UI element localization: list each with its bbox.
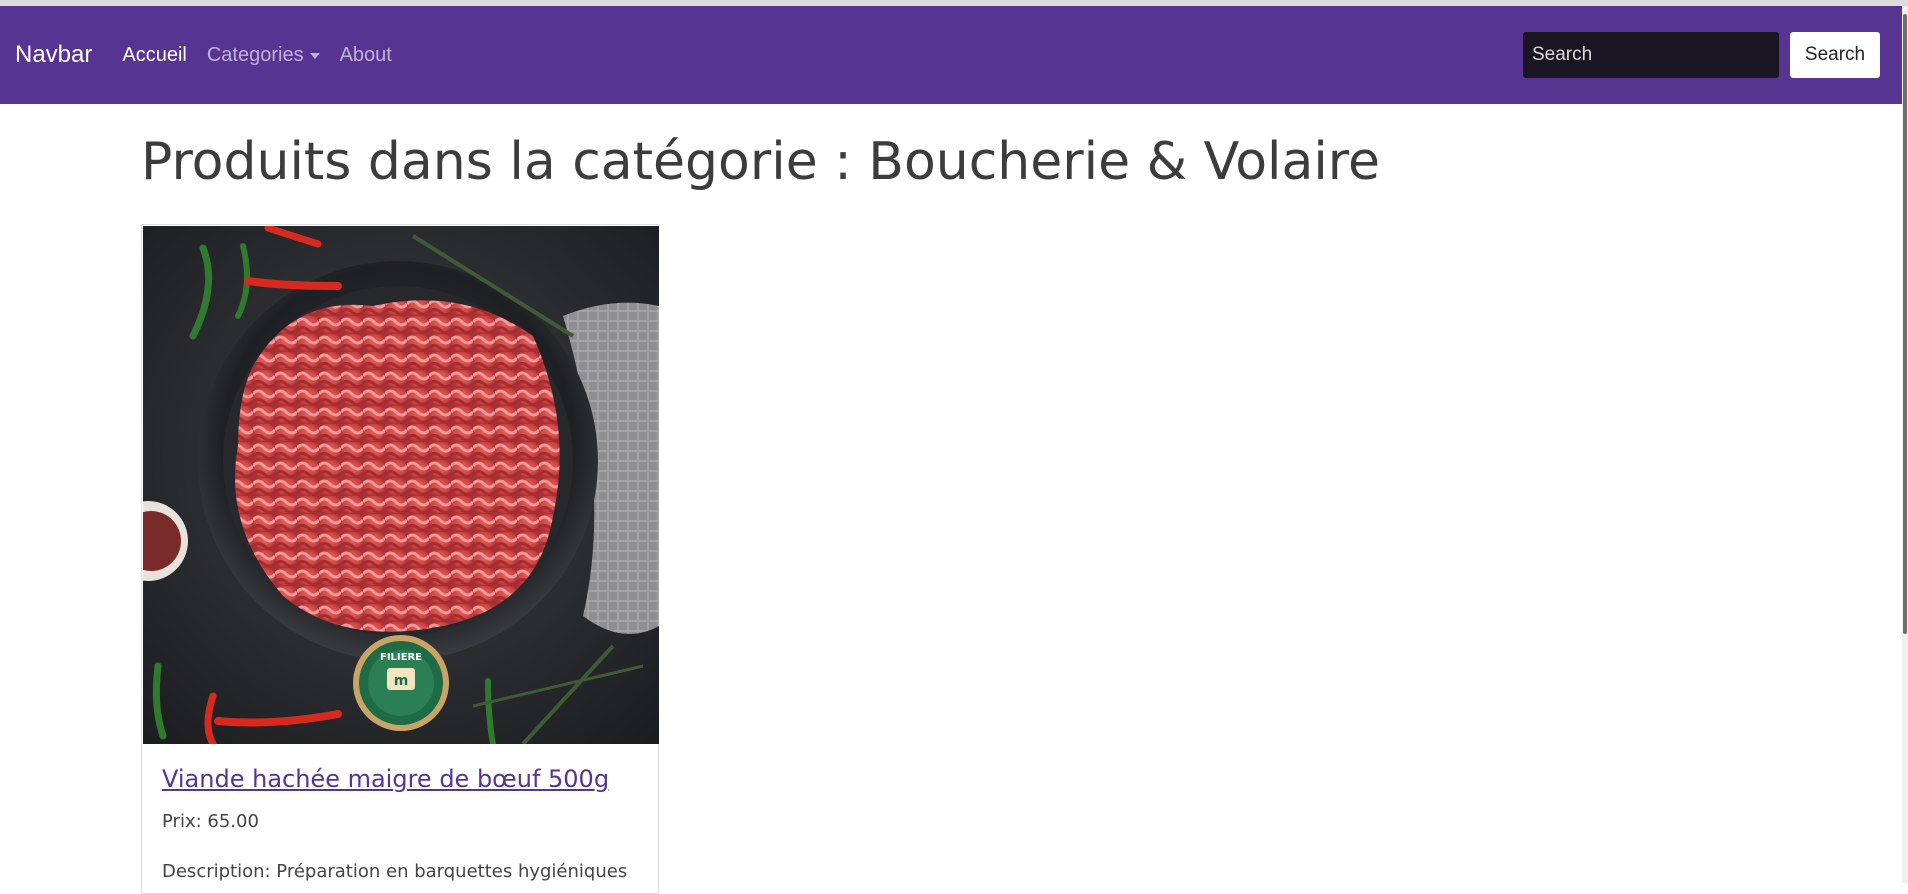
search-button[interactable]: Search xyxy=(1790,32,1880,78)
caret-down-icon xyxy=(309,53,320,59)
product-card: m FILIERE Viande hachée maigre de bœuf 5… xyxy=(141,224,659,894)
product-image[interactable]: m FILIERE xyxy=(143,226,659,744)
nav-link-about[interactable]: About xyxy=(340,44,392,67)
nav-link-categories-label: Categories xyxy=(206,43,304,66)
nav-link-accueil[interactable]: Accueil xyxy=(122,44,186,67)
product-description: Description: Préparation en barquettes h… xyxy=(162,861,628,882)
page-title: Produits dans la catégorie : Boucherie &… xyxy=(141,132,1381,192)
navbar-brand[interactable]: Navbar xyxy=(15,41,92,69)
badge-top-text: FILIERE xyxy=(380,652,422,663)
product-title-link[interactable]: Viande hachée maigre de bœuf 500g xyxy=(162,765,609,793)
nav-dropdown-categories[interactable]: Categories xyxy=(207,44,320,67)
navbar: Navbar Accueil Categories About Search xyxy=(0,6,1902,104)
scrollbar-thumb[interactable] xyxy=(1903,14,1907,634)
nav-link-accueil-label: Accueil xyxy=(122,43,187,66)
product-price: Prix: 65.00 xyxy=(162,811,259,832)
nav-link-about-label: About xyxy=(339,43,392,66)
ground-meat-illustration: m FILIERE xyxy=(143,226,659,744)
search-input[interactable] xyxy=(1523,32,1779,78)
svg-text:m: m xyxy=(394,673,409,689)
